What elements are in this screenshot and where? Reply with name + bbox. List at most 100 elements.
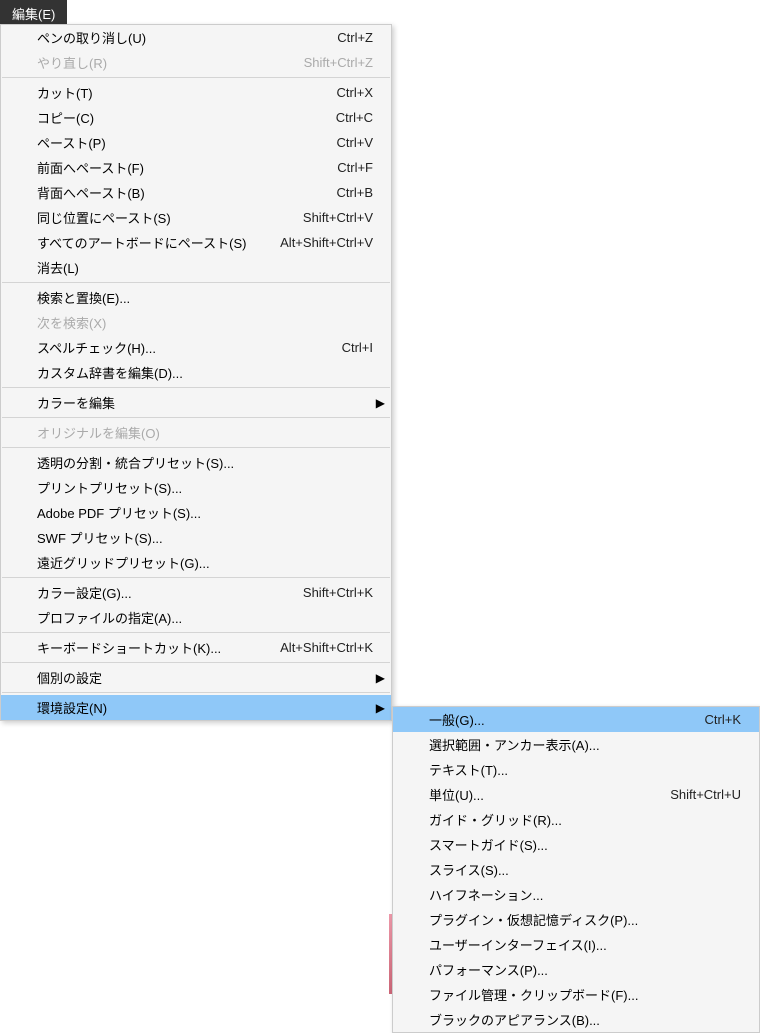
menu-item-redo: やり直し(R) Shift+Ctrl+Z: [1, 50, 391, 75]
menu-item-label: 選択範囲・アンカー表示(A)...: [429, 735, 745, 754]
menu-item-label: パフォーマンス(P)...: [429, 960, 745, 979]
menu-separator: [2, 692, 390, 693]
submenu-item-guides-grid[interactable]: ガイド・グリッド(R)...: [393, 807, 759, 832]
menu-item-label: スライス(S)...: [429, 860, 745, 879]
menu-item-undo[interactable]: ペンの取り消し(U) Ctrl+Z: [1, 25, 391, 50]
menu-item-shortcut: Ctrl+V: [337, 135, 377, 150]
menu-item-shortcut: Shift+Ctrl+V: [303, 210, 377, 225]
menu-item-paste-front[interactable]: 前面へペースト(F) Ctrl+F: [1, 155, 391, 180]
preferences-submenu: 一般(G)... Ctrl+K 選択範囲・アンカー表示(A)... テキスト(T…: [392, 706, 760, 1033]
menu-separator: [2, 577, 390, 578]
menu-item-clear[interactable]: 消去(L): [1, 255, 391, 280]
menu-item-transparency-preset[interactable]: 透明の分割・統合プリセット(S)...: [1, 450, 391, 475]
menu-item-label: ユーザーインターフェイス(I)...: [429, 935, 745, 954]
menu-item-swf-preset[interactable]: SWF プリセット(S)...: [1, 525, 391, 550]
menu-item-find-replace[interactable]: 検索と置換(E)...: [1, 285, 391, 310]
menu-item-edit-colors[interactable]: カラーを編集 ▶: [1, 390, 391, 415]
menu-item-label: キーボードショートカット(K)...: [37, 638, 280, 657]
menu-item-shortcut: Shift+Ctrl+U: [670, 787, 745, 802]
menu-item-edit-dictionary[interactable]: カスタム辞書を編集(D)...: [1, 360, 391, 385]
menu-item-label: プラグイン・仮想記憶ディスク(P)...: [429, 910, 745, 929]
menu-item-shortcut: Ctrl+K: [705, 712, 745, 727]
menu-item-label: 単位(U)...: [429, 785, 670, 804]
menu-item-label: スマートガイド(S)...: [429, 835, 745, 854]
submenu-item-user-interface[interactable]: ユーザーインターフェイス(I)...: [393, 932, 759, 957]
menu-item-pdf-preset[interactable]: Adobe PDF プリセット(S)...: [1, 500, 391, 525]
menu-item-label: 次を検索(X): [37, 313, 377, 332]
menu-item-label: ガイド・グリッド(R)...: [429, 810, 745, 829]
submenu-item-black-appearance[interactable]: ブラックのアピアランス(B)...: [393, 1007, 759, 1032]
submenu-item-selection-anchor[interactable]: 選択範囲・アンカー表示(A)...: [393, 732, 759, 757]
submenu-item-smart-guides[interactable]: スマートガイド(S)...: [393, 832, 759, 857]
submenu-item-text[interactable]: テキスト(T)...: [393, 757, 759, 782]
menu-item-label: カスタム辞書を編集(D)...: [37, 363, 377, 382]
menu-separator: [2, 77, 390, 78]
menu-item-paste-back[interactable]: 背面へペースト(B) Ctrl+B: [1, 180, 391, 205]
menu-item-spellcheck[interactable]: スペルチェック(H)... Ctrl+I: [1, 335, 391, 360]
menu-item-label: 環境設定(N): [37, 698, 377, 717]
menu-separator: [2, 662, 390, 663]
menu-separator: [2, 387, 390, 388]
menu-item-label: SWF プリセット(S)...: [37, 528, 377, 547]
menu-item-label: カラー設定(G)...: [37, 583, 303, 602]
menu-item-label: ブラックのアピアランス(B)...: [429, 1010, 745, 1029]
menu-item-keyboard-shortcuts[interactable]: キーボードショートカット(K)... Alt+Shift+Ctrl+K: [1, 635, 391, 660]
submenu-item-file-clipboard[interactable]: ファイル管理・クリップボード(F)...: [393, 982, 759, 1007]
menu-item-label: コピー(C): [37, 108, 336, 127]
menu-item-paste-all-artboards[interactable]: すべてのアートボードにペースト(S) Alt+Shift+Ctrl+V: [1, 230, 391, 255]
menu-item-shortcut: Ctrl+Z: [337, 30, 377, 45]
menubar-edit-button[interactable]: 編集(E): [0, 0, 67, 27]
menu-item-shortcut: Ctrl+I: [342, 340, 377, 355]
menu-separator: [2, 447, 390, 448]
menu-item-paste[interactable]: ペースト(P) Ctrl+V: [1, 130, 391, 155]
menu-item-shortcut: Ctrl+X: [337, 85, 377, 100]
menu-item-label: プリントプリセット(S)...: [37, 478, 377, 497]
menu-item-shortcut: Ctrl+C: [336, 110, 377, 125]
menu-item-shortcut: Ctrl+B: [337, 185, 377, 200]
chevron-right-icon: ▶: [376, 701, 385, 715]
menu-item-shortcut: Alt+Shift+Ctrl+V: [280, 235, 377, 250]
menu-item-label: テキスト(T)...: [429, 760, 745, 779]
menu-item-label: 遠近グリッドプリセット(G)...: [37, 553, 377, 572]
menu-item-label: 前面へペースト(F): [37, 158, 337, 177]
menu-item-print-preset[interactable]: プリントプリセット(S)...: [1, 475, 391, 500]
submenu-item-performance[interactable]: パフォーマンス(P)...: [393, 957, 759, 982]
menu-item-label: 同じ位置にペースト(S): [37, 208, 303, 227]
menu-item-label: ファイル管理・クリップボード(F)...: [429, 985, 745, 1004]
menu-item-edit-original: オリジナルを編集(O): [1, 420, 391, 445]
menu-item-label: プロファイルの指定(A)...: [37, 608, 377, 627]
chevron-right-icon: ▶: [376, 396, 385, 410]
menu-item-label: 検索と置換(E)...: [37, 288, 377, 307]
menu-item-label: 消去(L): [37, 258, 377, 277]
menu-item-label: すべてのアートボードにペースト(S): [37, 233, 280, 252]
menu-item-color-settings[interactable]: カラー設定(G)... Shift+Ctrl+K: [1, 580, 391, 605]
submenu-item-slices[interactable]: スライス(S)...: [393, 857, 759, 882]
menu-item-label: カット(T): [37, 83, 337, 102]
menu-item-label: 個別の設定: [37, 668, 377, 687]
submenu-item-general[interactable]: 一般(G)... Ctrl+K: [393, 707, 759, 732]
menu-item-my-settings[interactable]: 個別の設定 ▶: [1, 665, 391, 690]
menu-item-label: ハイフネーション...: [429, 885, 745, 904]
edit-menu: ペンの取り消し(U) Ctrl+Z やり直し(R) Shift+Ctrl+Z カ…: [0, 24, 392, 721]
menu-item-label: 背面へペースト(B): [37, 183, 337, 202]
menu-item-find-next: 次を検索(X): [1, 310, 391, 335]
menu-item-label: オリジナルを編集(O): [37, 423, 377, 442]
menu-item-cut[interactable]: カット(T) Ctrl+X: [1, 80, 391, 105]
menu-item-assign-profile[interactable]: プロファイルの指定(A)...: [1, 605, 391, 630]
menu-item-shortcut: Ctrl+F: [337, 160, 377, 175]
menu-item-paste-in-place[interactable]: 同じ位置にペースト(S) Shift+Ctrl+V: [1, 205, 391, 230]
menu-item-shortcut: Shift+Ctrl+K: [303, 585, 377, 600]
menu-item-label: カラーを編集: [37, 393, 377, 412]
menu-item-label: やり直し(R): [37, 53, 304, 72]
menu-item-label: ペースト(P): [37, 133, 337, 152]
submenu-item-plugins-scratch[interactable]: プラグイン・仮想記憶ディスク(P)...: [393, 907, 759, 932]
menu-separator: [2, 417, 390, 418]
menu-item-label: 透明の分割・統合プリセット(S)...: [37, 453, 377, 472]
menu-item-copy[interactable]: コピー(C) Ctrl+C: [1, 105, 391, 130]
submenu-item-units[interactable]: 単位(U)... Shift+Ctrl+U: [393, 782, 759, 807]
menu-separator: [2, 282, 390, 283]
menu-item-preferences[interactable]: 環境設定(N) ▶: [1, 695, 391, 720]
menu-item-perspective-preset[interactable]: 遠近グリッドプリセット(G)...: [1, 550, 391, 575]
menu-item-label: スペルチェック(H)...: [37, 338, 342, 357]
submenu-item-hyphenation[interactable]: ハイフネーション...: [393, 882, 759, 907]
